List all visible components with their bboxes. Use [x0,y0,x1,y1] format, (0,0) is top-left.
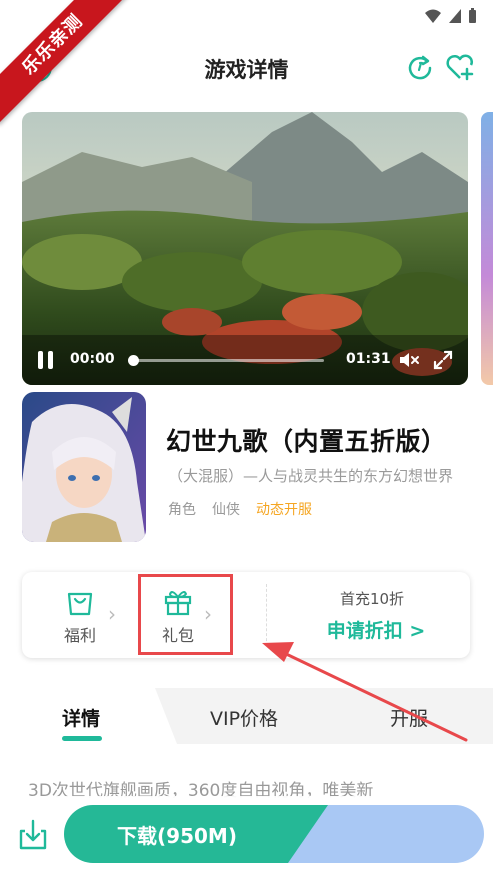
wifi-icon [425,9,441,23]
active-tab-indicator [62,736,102,741]
chevron-right-icon: › [108,602,116,626]
progress-track[interactable] [132,359,324,362]
favorite-add-icon[interactable] [445,52,475,82]
tab-details[interactable]: 详情 [62,704,100,731]
tag-server: 动态开服 [256,502,312,518]
video-player[interactable]: 00:00 01:31 [22,112,468,385]
download-manager-icon[interactable] [16,818,50,852]
app-tags: 角色 仙侠 动态开服 [168,499,312,519]
signal-icon [449,9,461,23]
divider [266,584,267,646]
app-icon [22,392,146,542]
apply-discount-link[interactable]: 申请折扣 > [316,616,436,643]
first-charge-label: 首充10折 [339,590,405,608]
refresh-icon[interactable] [405,52,435,82]
tag-xianxia: 仙侠 [212,502,240,518]
app-description: （大混服）—人与战灵共生的东方幻想世界 [168,467,454,485]
next-video-thumbnail[interactable] [481,112,493,385]
app-name: 幻世九歌（内置五折版） [166,427,447,456]
app-header: 游戏详情 [0,40,493,96]
video-controls: 00:00 01:31 [22,335,468,385]
welfare-label: 福利 [63,626,96,645]
tag-role: 角色 [168,502,196,518]
shopping-bag-icon [67,592,93,616]
detail-tabs: 详情 VIP价格 开服 [0,688,493,744]
download-button[interactable]: 下载(950M) [64,805,330,863]
progress-knob[interactable] [128,355,139,366]
total-time: 01:31 [346,351,391,367]
bottom-bar: 下载(950M) [0,796,493,878]
current-time: 00:00 [70,351,115,367]
fullscreen-icon[interactable] [432,349,454,371]
tab-server[interactable]: 开服 [390,704,428,731]
mute-icon[interactable] [398,350,420,370]
pause-icon[interactable] [38,351,54,369]
battery-icon [469,8,476,23]
welfare-button[interactable]: 福利 [50,586,110,646]
tab-vip-price[interactable]: VIP价格 [210,704,278,731]
action-card: 福利 › 礼包 › 首充10折 申请折扣 > [22,572,470,658]
annotation-highlight-box [138,574,233,655]
tabs-background [155,688,493,744]
